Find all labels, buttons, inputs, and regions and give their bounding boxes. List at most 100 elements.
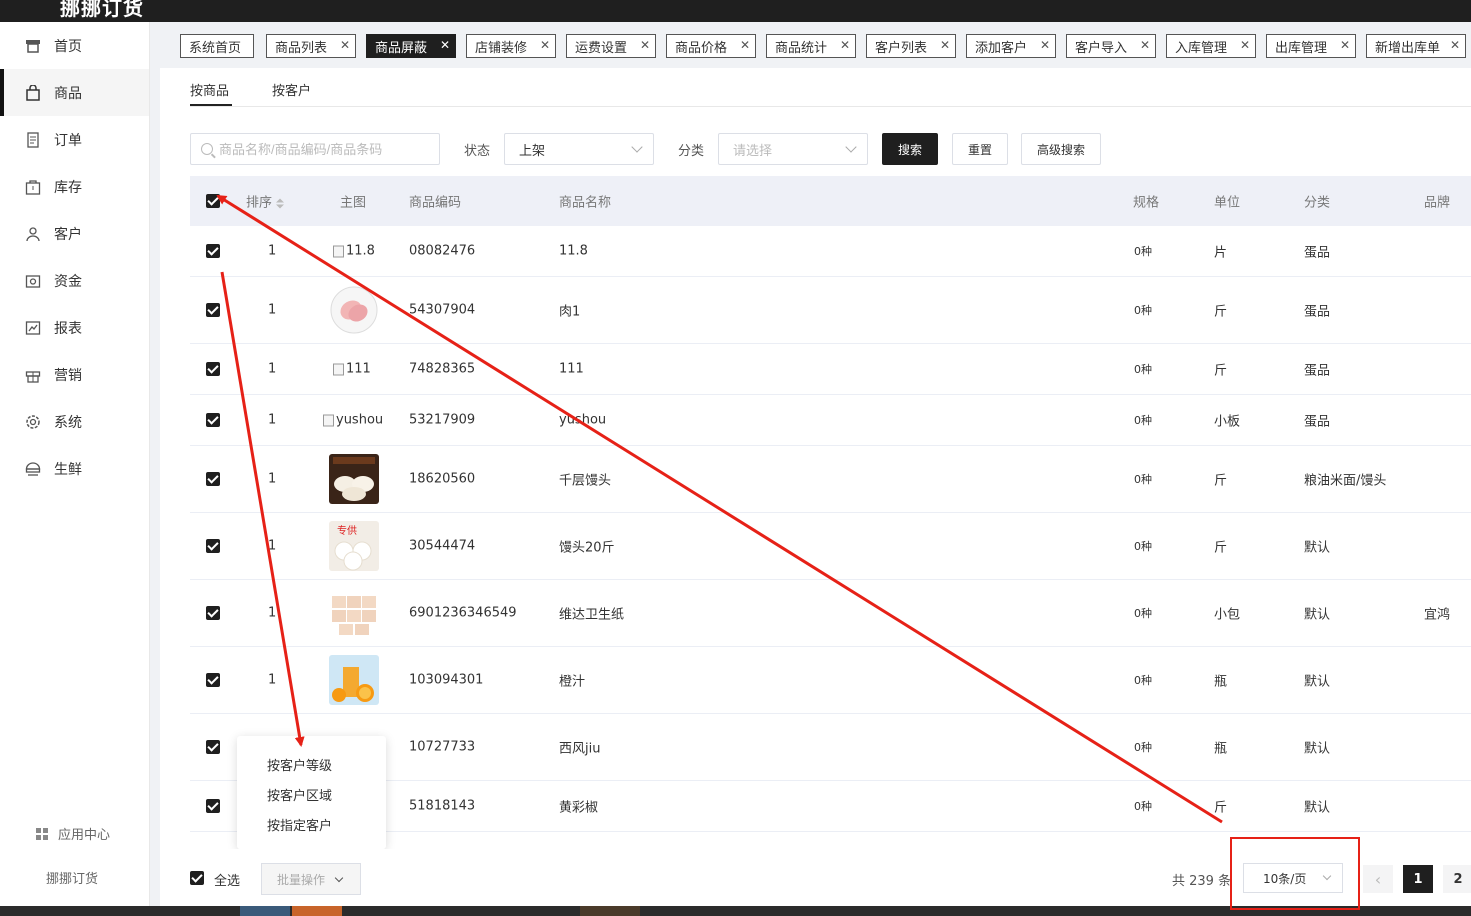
row-code: 54307904: [409, 302, 476, 318]
search-field[interactable]: [190, 133, 440, 165]
tab-1[interactable]: 商品列表 ✕: [266, 34, 356, 58]
taskbar-strip: [0, 906, 1471, 916]
row-spec: 0种: [1134, 674, 1152, 687]
reset-button[interactable]: 重置: [952, 133, 1008, 165]
tab-6[interactable]: 商品统计 ✕: [766, 34, 856, 58]
page-2-button[interactable]: 2: [1443, 865, 1471, 893]
menu-item-by-specific-customer[interactable]: 按指定客户: [267, 815, 332, 834]
page-1-button[interactable]: 1: [1403, 865, 1433, 893]
search-button[interactable]: 搜索: [882, 133, 938, 165]
row-code: 18620560: [409, 471, 476, 487]
tab-label: 新增出库单: [1375, 40, 1441, 56]
close-icon[interactable]: ✕: [740, 38, 750, 52]
grid-icon: [36, 827, 48, 840]
page-size-select[interactable]: 10条/页: [1243, 863, 1343, 893]
row-checkbox[interactable]: [206, 362, 220, 376]
row-checkbox[interactable]: [206, 244, 220, 258]
row-name: 黄彩椒: [559, 800, 599, 816]
tab-8[interactable]: 添加客户 ✕: [966, 34, 1056, 58]
close-icon[interactable]: ✕: [640, 38, 650, 52]
header-select-all-checkbox[interactable]: [206, 194, 220, 208]
tab-9[interactable]: 客户导入 ✕: [1066, 34, 1156, 58]
tab-0[interactable]: 系统首页: [180, 34, 254, 58]
row-checkbox[interactable]: [206, 472, 220, 486]
table-row[interactable]: 1 专供 30544474 馒头20斤 0种 斤 默认: [190, 513, 1471, 580]
close-icon[interactable]: ✕: [840, 38, 850, 52]
row-checkbox[interactable]: [206, 673, 220, 687]
close-icon[interactable]: ✕: [440, 38, 450, 52]
sidebar-item-1[interactable]: 商品: [0, 69, 149, 116]
app-center-link[interactable]: 应用中心: [36, 824, 110, 843]
sidebar-item-2[interactable]: 订单: [0, 116, 149, 163]
app-center-label: 应用中心: [58, 828, 111, 843]
subtab-by-product[interactable]: 按商品: [190, 80, 232, 106]
close-icon[interactable]: ✕: [1040, 38, 1050, 52]
row-code: 53217909: [409, 412, 476, 428]
sidebar-item-3[interactable]: 库存: [0, 163, 149, 210]
tab-7[interactable]: 客户列表 ✕: [866, 34, 956, 58]
tab-label: 添加客户: [975, 40, 1028, 56]
menu-item-by-customer-level[interactable]: 按客户等级: [267, 755, 332, 774]
tab-3[interactable]: 店铺装修 ✕: [466, 34, 556, 58]
status-select[interactable]: 上架: [504, 133, 654, 165]
subtab-by-customer[interactable]: 按客户: [272, 80, 311, 106]
tab-11[interactable]: 出库管理 ✕: [1266, 34, 1356, 58]
batch-operation-button[interactable]: 批量操作: [261, 863, 361, 895]
row-checkbox[interactable]: [206, 799, 220, 813]
sidebar-item-7[interactable]: 营销: [0, 351, 149, 398]
tab-2[interactable]: 商品屏蔽 ✕: [366, 34, 456, 58]
row-checkbox[interactable]: [206, 606, 220, 620]
row-code: 10727733: [409, 739, 476, 755]
tab-10[interactable]: 入库管理 ✕: [1166, 34, 1256, 58]
close-icon[interactable]: ✕: [1240, 38, 1250, 52]
menu-item-by-customer-region[interactable]: 按客户区域: [267, 785, 332, 804]
table-row[interactable]: 1 54307904 肉1 0种 斤 蛋品: [190, 277, 1471, 344]
broken-image-icon: [333, 363, 344, 375]
table-row[interactable]: 1 yushou 53217909 yushou 0种 小板 蛋品: [190, 395, 1471, 446]
sidebar-item-0[interactable]: 首页: [0, 22, 149, 69]
sidebar-item-4[interactable]: 客户: [0, 210, 149, 257]
prev-page-button[interactable]: ‹: [1363, 865, 1393, 893]
row-brand: 宜鸿: [1424, 607, 1451, 623]
sidebar-item-8[interactable]: 系统: [0, 398, 149, 445]
search-input[interactable]: [219, 141, 429, 157]
sidebar-item-6[interactable]: 报表: [0, 304, 149, 351]
category-select[interactable]: 请选择: [718, 133, 868, 165]
table-row[interactable]: 1 103094301 橙汁 0种 瓶 默认: [190, 647, 1471, 714]
row-checkbox[interactable]: [206, 740, 220, 754]
table-row[interactable]: 1 18620560 千层馒头 0种 斤 粮油米面/馒头: [190, 446, 1471, 513]
row-spec: 0种: [1134, 414, 1152, 427]
box-icon: [24, 178, 42, 196]
row-checkbox[interactable]: [206, 539, 220, 553]
table-row[interactable]: 1 11.8 08082476 11.8 0种 片 蛋品: [190, 226, 1471, 277]
tab-label: 出库管理: [1275, 40, 1328, 56]
table-row[interactable]: 1 6901236346549 维达卫生纸 0种 小包 默认 宜鸿: [190, 580, 1471, 647]
row-checkbox[interactable]: [206, 303, 220, 317]
close-icon[interactable]: ✕: [1140, 38, 1150, 52]
close-icon[interactable]: ✕: [340, 38, 350, 52]
tab-label: 商品屏蔽: [375, 40, 428, 56]
tab-12[interactable]: 新增出库单 ✕: [1366, 34, 1466, 58]
select-all-checkbox[interactable]: [190, 871, 204, 885]
close-icon[interactable]: ✕: [540, 38, 550, 52]
header-sort[interactable]: 排序: [246, 192, 285, 211]
close-icon[interactable]: ✕: [1450, 38, 1460, 52]
row-checkbox[interactable]: [206, 413, 220, 427]
product-table: 排序 主图 商品编码 商品名称 规格 单位 分类 品牌 1 11.8 0808247…: [190, 176, 1471, 832]
tab-5[interactable]: 商品价格 ✕: [666, 34, 756, 58]
row-category: 默认: [1304, 607, 1331, 623]
sidebar-item-5[interactable]: 资金: [0, 257, 149, 304]
close-icon[interactable]: ✕: [940, 38, 950, 52]
tab-4[interactable]: 运费设置 ✕: [566, 34, 656, 58]
sidebar-item-label: 商品: [54, 85, 82, 102]
table-row[interactable]: 1 111 74828365 111 0种斤蛋品: [190, 344, 1471, 395]
close-icon[interactable]: ✕: [1340, 38, 1350, 52]
sidebar-item-label: 报表: [54, 320, 82, 337]
sidebar-item-label: 库存: [54, 179, 82, 196]
sidebar-item-9[interactable]: 生鲜: [0, 445, 149, 492]
row-sort: 1: [268, 471, 277, 487]
row-sort: 1: [268, 412, 277, 428]
gift-icon: [24, 366, 42, 384]
product-image: [329, 454, 379, 504]
advanced-search-button[interactable]: 高级搜索: [1021, 133, 1101, 165]
